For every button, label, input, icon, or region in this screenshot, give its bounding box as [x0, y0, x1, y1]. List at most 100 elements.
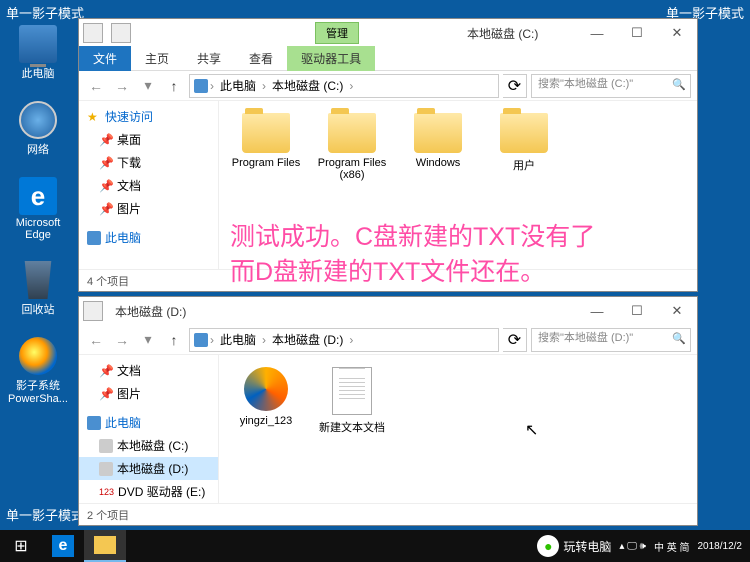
file-list[interactable]: yingzi_123新建文本文档 — [219, 355, 697, 503]
recent-button[interactable]: ▾ — [137, 329, 159, 351]
refresh-button[interactable]: ⟳ — [503, 74, 527, 98]
taskbar-explorer[interactable] — [84, 530, 126, 562]
sidebar-item[interactable]: 📌文档 — [79, 174, 218, 197]
taskbar: ⊞ e ● 玩转电脑 ▴ 🖵 🕪 中 英 简 2018/12/2 — [0, 530, 750, 562]
sidebar-item[interactable]: 📌文档 — [79, 359, 218, 382]
file-name: Program Files — [231, 157, 301, 169]
wechat-label: 玩转电脑 — [563, 538, 611, 555]
breadcrumb-segment[interactable]: 本地磁盘 (D:) — [268, 331, 347, 348]
file-item[interactable]: Program Files (x86) — [313, 109, 391, 185]
pin-icon: 📌 — [99, 156, 113, 170]
file-item[interactable]: 用户 — [485, 109, 563, 185]
drive-tools-tab[interactable]: 驱动器工具 — [287, 46, 375, 71]
forward-button[interactable]: → — [111, 75, 133, 97]
desktop-icons: 此电脑网络 eMicrosoft Edge 回收站影子系统 PowerSha... — [8, 25, 68, 425]
sidebar-item[interactable]: 📌下载 — [79, 151, 218, 174]
pc-icon — [194, 333, 208, 347]
close-button[interactable]: ✕ — [657, 19, 697, 47]
folder-icon — [242, 113, 290, 153]
status-bar: 4 个项目 — [79, 269, 697, 291]
titlebar[interactable]: 本地磁盘 (D:) — ☐ ✕ — [79, 297, 697, 325]
icon-label: 回收站 — [8, 301, 68, 317]
pin-icon: 📌 — [99, 179, 113, 193]
explorer-window-d: 本地磁盘 (D:) — ☐ ✕ ← → ▾ ↑ ›此电脑›本地磁盘 (D:)› … — [78, 296, 698, 526]
sidebar-drive[interactable]: 本地磁盘 (C:) — [79, 434, 218, 457]
search-input[interactable]: 搜索"本地磁盘 (D:)" — [531, 328, 691, 352]
minimize-button[interactable]: — — [577, 19, 617, 47]
breadcrumb-segment[interactable]: 此电脑 — [216, 331, 260, 348]
drive-icon — [99, 462, 113, 476]
file-name: 用户 — [489, 157, 559, 173]
breadcrumb-segment[interactable]: 此电脑 — [216, 77, 260, 94]
maximize-button[interactable]: ☐ — [617, 297, 657, 325]
desktop-icon[interactable]: eMicrosoft Edge — [8, 177, 68, 241]
clock[interactable]: 2018/12/2 — [698, 541, 743, 552]
file-item[interactable]: 新建文本文档 — [313, 363, 391, 439]
quick-access-label: 快速访问 — [105, 108, 153, 125]
shadow-mode-label-tl: 单一影子模式 — [6, 3, 84, 22]
manage-contextual-tab[interactable]: 管理 — [315, 22, 359, 44]
shadow-mode-label-bl: 单一影子模式 — [6, 505, 84, 524]
search-input[interactable]: 搜索"本地磁盘 (C:)" — [531, 74, 691, 98]
ribbon-tab[interactable]: 共享 — [183, 48, 235, 70]
desktop-icon[interactable]: 网络 — [8, 101, 68, 157]
pin-icon: 📌 — [99, 202, 113, 216]
ribbon: 文件 主页共享查看 驱动器工具 — [79, 47, 697, 71]
pin-icon: 📌 — [99, 387, 113, 401]
desktop-icon[interactable]: 影子系统 PowerSha... — [8, 337, 68, 405]
file-item[interactable]: yingzi_123 — [227, 363, 305, 439]
recent-button[interactable]: ▾ — [137, 75, 159, 97]
status-bar: 2 个项目 — [79, 503, 697, 525]
sidebar-drive[interactable]: 本地磁盘 (D:) — [79, 457, 218, 480]
file-item[interactable]: Windows — [399, 109, 477, 185]
qat-icon[interactable] — [111, 23, 131, 43]
breadcrumb-segment[interactable]: 本地磁盘 (C:) — [268, 77, 347, 94]
back-button[interactable]: ← — [85, 329, 107, 351]
icon-label: Microsoft Edge — [8, 217, 68, 241]
system-tray[interactable]: ● 玩转电脑 ▴ 🖵 🕪 中 英 简 2018/12/2 — [529, 535, 750, 557]
this-pc-node[interactable]: 此电脑 — [79, 411, 218, 434]
refresh-button[interactable]: ⟳ — [503, 328, 527, 352]
back-button[interactable]: ← — [85, 75, 107, 97]
quick-access[interactable]: ★快速访问 — [79, 105, 218, 128]
close-button[interactable]: ✕ — [657, 297, 697, 325]
pin-icon: 📌 — [99, 133, 113, 147]
ribbon-tab[interactable]: 查看 — [235, 48, 287, 70]
app-icon — [83, 301, 103, 321]
desktop-icon[interactable]: 此电脑 — [8, 25, 68, 81]
titlebar[interactable]: 本地磁盘 (C:) 管理 — ☐ ✕ — [79, 19, 697, 47]
start-button[interactable]: ⊞ — [0, 530, 42, 562]
breadcrumb[interactable]: ›此电脑›本地磁盘 (D:)› — [189, 328, 499, 352]
file-list[interactable]: Program Files Program Files (x86) Windows 用… — [219, 101, 697, 269]
minimize-button[interactable]: — — [577, 297, 617, 325]
window-title: 本地磁盘 (D:) — [107, 303, 194, 320]
dvd-drive-node[interactable]: 123 DVD 驱动器 (E:) — [79, 480, 218, 503]
ribbon-tab[interactable]: 主页 — [131, 48, 183, 70]
desktop-icon[interactable]: 回收站 — [8, 261, 68, 317]
sidebar-item[interactable]: 📌图片 — [79, 382, 218, 405]
maximize-button[interactable]: ☐ — [617, 19, 657, 47]
this-pc-label: 此电脑 — [105, 229, 141, 246]
up-button[interactable]: ↑ — [163, 329, 185, 351]
file-menu[interactable]: 文件 — [79, 46, 131, 71]
pc-icon — [194, 79, 208, 93]
dvd-label: DVD 驱动器 (E:) — [118, 483, 205, 500]
ime-indicator[interactable]: 中 英 简 — [654, 539, 690, 554]
nav-pane: 📌文档📌图片 此电脑 本地磁盘 (C:)本地磁盘 (D:) 123 DVD 驱动… — [79, 355, 219, 503]
wechat-icon: ● — [537, 535, 559, 557]
up-button[interactable]: ↑ — [163, 75, 185, 97]
address-bar-row: ← → ▾ ↑ ›此电脑›本地磁盘 (C:)› ⟳ 搜索"本地磁盘 (C:)" — [79, 71, 697, 101]
sidebar-item[interactable]: 📌桌面 — [79, 128, 218, 151]
tray-icons[interactable]: ▴ 🖵 🕪 — [619, 541, 646, 552]
taskbar-edge[interactable]: e — [42, 530, 84, 562]
file-name: Program Files (x86) — [317, 157, 387, 181]
file-item[interactable]: Program Files — [227, 109, 305, 185]
breadcrumb[interactable]: ›此电脑›本地磁盘 (C:)› — [189, 74, 499, 98]
icon — [19, 261, 57, 299]
icon-label: 网络 — [8, 141, 68, 157]
forward-button[interactable]: → — [111, 329, 133, 351]
icon — [19, 337, 57, 375]
this-pc-node[interactable]: 此电脑 — [79, 226, 218, 249]
sidebar-item[interactable]: 📌图片 — [79, 197, 218, 220]
file-icon — [332, 367, 372, 415]
